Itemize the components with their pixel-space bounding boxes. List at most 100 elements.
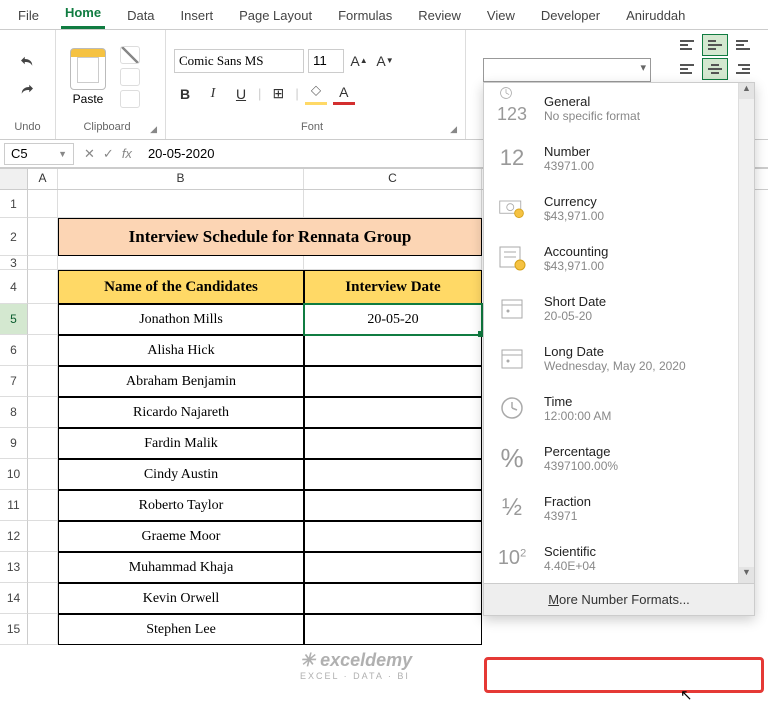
cell-name[interactable]: Graeme Moor xyxy=(58,521,304,552)
cell-date[interactable] xyxy=(304,552,482,583)
scroll-up-icon[interactable]: ▲ xyxy=(739,83,754,99)
row-header[interactable]: 3 xyxy=(0,256,28,270)
row-header[interactable]: 6 xyxy=(0,335,28,366)
tab-review[interactable]: Review xyxy=(414,4,465,29)
format-option[interactable]: 12Number43971.00 xyxy=(484,133,738,183)
bold-button[interactable]: B xyxy=(174,83,196,105)
align-middle-button[interactable] xyxy=(702,34,728,56)
format-painter-icon[interactable] xyxy=(120,90,140,108)
format-option[interactable]: %Percentage4397100.00% xyxy=(484,433,738,483)
cell-name[interactable]: Muhammad Khaja xyxy=(58,552,304,583)
borders-button[interactable]: ⊞ xyxy=(267,83,289,105)
underline-button[interactable]: U xyxy=(230,83,252,105)
align-bottom-button[interactable] xyxy=(730,34,756,56)
cell-date[interactable]: 20-05-20 xyxy=(304,304,482,335)
format-option[interactable]: 102Scientific4.40E+04 xyxy=(484,533,738,583)
fx-icon[interactable]: fx xyxy=(122,146,132,162)
row-header[interactable]: 12 xyxy=(0,521,28,552)
header-date[interactable]: Interview Date xyxy=(304,270,482,304)
cell-name[interactable]: Stephen Lee xyxy=(58,614,304,645)
cell-date[interactable] xyxy=(304,521,482,552)
format-option[interactable]: 123GeneralNo specific format xyxy=(484,83,738,133)
font-color-button[interactable]: A xyxy=(333,83,355,105)
dropdown-scrollbar[interactable]: ▲ ▼ xyxy=(738,83,754,583)
format-option[interactable]: Short Date20-05-20 xyxy=(484,283,738,333)
highlight-annotation xyxy=(484,657,764,693)
row-header[interactable]: 11 xyxy=(0,490,28,521)
tab-home[interactable]: Home xyxy=(61,1,105,29)
cell-name[interactable]: Roberto Taylor xyxy=(58,490,304,521)
cell-name[interactable]: Abraham Benjamin xyxy=(58,366,304,397)
row-header[interactable]: 9 xyxy=(0,428,28,459)
format-option[interactable]: Currency$43,971.00 xyxy=(484,183,738,233)
undo-icon[interactable] xyxy=(16,53,40,73)
tab-data[interactable]: Data xyxy=(123,4,158,29)
col-header-a[interactable]: A xyxy=(28,169,58,189)
tab-view[interactable]: View xyxy=(483,4,519,29)
row-header[interactable]: 2 xyxy=(0,218,28,256)
fill-color-button[interactable] xyxy=(305,83,327,105)
col-header-c[interactable]: C xyxy=(304,169,482,189)
cell-date[interactable] xyxy=(304,397,482,428)
cell-date[interactable] xyxy=(304,583,482,614)
clipboard-dialog-icon[interactable]: ◢ xyxy=(150,124,157,135)
row-header[interactable]: 4 xyxy=(0,270,28,304)
row-header[interactable]: 13 xyxy=(0,552,28,583)
font-dialog-icon[interactable]: ◢ xyxy=(450,124,457,135)
tab-formulas[interactable]: Formulas xyxy=(334,4,396,29)
format-title: Long Date xyxy=(544,344,686,359)
align-left-button[interactable] xyxy=(674,58,700,80)
increase-font-icon[interactable]: A▲ xyxy=(348,50,370,72)
paste-button[interactable]: Paste xyxy=(64,48,112,106)
tab-insert[interactable]: Insert xyxy=(177,4,218,29)
format-option[interactable]: ½Fraction43971 xyxy=(484,483,738,533)
font-size-select[interactable] xyxy=(308,49,344,73)
more-number-formats-button[interactable]: More Number Formats... xyxy=(484,583,754,615)
enter-icon[interactable]: ✓ xyxy=(103,146,114,162)
format-preview: $43,971.00 xyxy=(544,209,604,223)
col-header-b[interactable]: B xyxy=(58,169,304,189)
tab-developer[interactable]: Developer xyxy=(537,4,604,29)
cell-name[interactable]: Ricardo Najareth xyxy=(58,397,304,428)
number-format-select[interactable] xyxy=(483,58,651,82)
tab-page-layout[interactable]: Page Layout xyxy=(235,4,316,29)
cell-name[interactable]: Alisha Hick xyxy=(58,335,304,366)
cell-date[interactable] xyxy=(304,614,482,645)
format-option[interactable]: Long DateWednesday, May 20, 2020 xyxy=(484,333,738,383)
format-option[interactable]: Accounting$43,971.00 xyxy=(484,233,738,283)
row-header[interactable]: 5 xyxy=(0,304,28,335)
align-right-button[interactable] xyxy=(730,58,756,80)
format-option[interactable]: Time12:00:00 AM xyxy=(484,383,738,433)
cell-date[interactable] xyxy=(304,490,482,521)
header-name[interactable]: Name of the Candidates xyxy=(58,270,304,304)
cell-name[interactable]: Cindy Austin xyxy=(58,459,304,490)
redo-icon[interactable] xyxy=(16,81,40,101)
align-center-button[interactable] xyxy=(702,58,728,80)
decrease-font-icon[interactable]: A▼ xyxy=(374,50,396,72)
cut-icon[interactable] xyxy=(120,46,140,64)
font-name-select[interactable] xyxy=(174,49,304,73)
cell-name[interactable]: Fardin Malik xyxy=(58,428,304,459)
italic-button[interactable]: I xyxy=(202,83,224,105)
row-header[interactable]: 10 xyxy=(0,459,28,490)
name-box[interactable]: C5 ▼ xyxy=(4,143,74,165)
row-header[interactable]: 1 xyxy=(0,190,28,218)
cell-date[interactable] xyxy=(304,428,482,459)
cancel-icon[interactable]: ✕ xyxy=(84,146,95,162)
copy-icon[interactable] xyxy=(120,68,140,86)
cell-name[interactable]: Jonathon Mills xyxy=(58,304,304,335)
row-header[interactable]: 14 xyxy=(0,583,28,614)
row-header[interactable]: 8 xyxy=(0,397,28,428)
select-all-corner[interactable] xyxy=(0,169,28,189)
align-top-button[interactable] xyxy=(674,34,700,56)
row-header[interactable]: 15 xyxy=(0,614,28,645)
cell-date[interactable] xyxy=(304,459,482,490)
title-cell[interactable]: Interview Schedule for Rennata Group xyxy=(58,218,482,256)
tab-file[interactable]: File xyxy=(14,4,43,29)
scroll-down-icon[interactable]: ▼ xyxy=(739,567,754,583)
cell-name[interactable]: Kevin Orwell xyxy=(58,583,304,614)
cell-date[interactable] xyxy=(304,366,482,397)
row-header[interactable]: 7 xyxy=(0,366,28,397)
tab-user[interactable]: Aniruddah xyxy=(622,4,689,29)
cell-date[interactable] xyxy=(304,335,482,366)
